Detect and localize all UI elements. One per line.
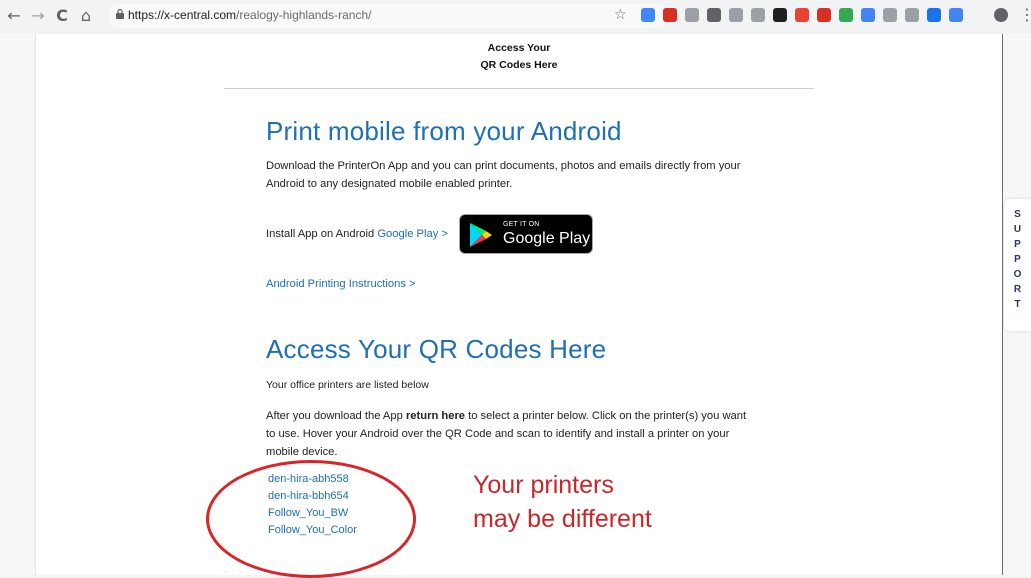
- support-letter: S: [1014, 209, 1021, 220]
- extension-icon[interactable]: [641, 8, 655, 22]
- annotation-line1: Your printers: [473, 471, 614, 499]
- extension-icon[interactable]: [861, 8, 875, 22]
- extension-icon[interactable]: [773, 8, 787, 22]
- extension-icon[interactable]: [883, 8, 897, 22]
- divider: [224, 88, 814, 89]
- extension-icon[interactable]: [707, 8, 721, 22]
- page-viewport: Access Your QR Codes Here Print mobile f…: [0, 34, 1031, 578]
- address-bar[interactable]: https://x-central.com/realogy-highlands-…: [108, 4, 668, 28]
- extension-icon[interactable]: [729, 8, 743, 22]
- extension-icon[interactable]: [663, 8, 677, 22]
- browser-toolbar: ← → C ⌂ https://x-central.com/realogy-hi…: [0, 0, 1031, 34]
- qr-text-before: After you download the App: [266, 410, 406, 422]
- annotation-red-oval: [206, 460, 416, 578]
- extension-icon[interactable]: [685, 8, 699, 22]
- browser-menu-icon[interactable]: ⋮: [1019, 5, 1031, 24]
- support-letter: P: [1014, 239, 1021, 250]
- bookmark-star-icon[interactable]: ☆: [614, 7, 627, 23]
- lock-icon: [116, 9, 124, 19]
- support-letter: P: [1014, 254, 1021, 265]
- annotation-text: Your printers may be different: [473, 469, 652, 537]
- google-play-icon: [470, 223, 492, 247]
- android-printing-instructions-link[interactable]: Android Printing Instructions >: [266, 278, 416, 290]
- extension-icon[interactable]: [949, 8, 963, 22]
- extension-icon[interactable]: [905, 8, 919, 22]
- google-play-link[interactable]: Google Play >: [377, 228, 448, 240]
- home-button[interactable]: ⌂: [76, 6, 96, 26]
- support-tab[interactable]: S U P P O R T: [1004, 199, 1031, 331]
- back-button[interactable]: ←: [4, 6, 24, 26]
- qr-codes-top-link-line1[interactable]: Access Your: [36, 42, 1002, 54]
- android-section-title: Print mobile from your Android: [266, 116, 622, 146]
- annotation-line2: may be different: [473, 504, 652, 533]
- android-description: Download the PrinterOn App and you can p…: [266, 160, 741, 190]
- google-play-badge[interactable]: GET IT ON Google Play: [459, 214, 593, 254]
- page-content: Access Your QR Codes Here Print mobile f…: [35, 34, 1003, 578]
- support-letter: O: [1013, 269, 1022, 280]
- extension-icon[interactable]: [751, 8, 765, 22]
- extension-icon[interactable]: [927, 8, 941, 22]
- support-letter: R: [1013, 284, 1022, 295]
- return-here-bold: return here: [405, 410, 466, 422]
- support-letter: U: [1013, 224, 1022, 235]
- extension-icon[interactable]: [795, 8, 809, 22]
- android-instructions-line: Android Printing Instructions >: [266, 276, 756, 294]
- url-text: https://x-central.com/realogy-highlands-…: [128, 8, 372, 22]
- badge-small-text: GET IT ON: [503, 221, 540, 228]
- extension-icon[interactable]: [839, 8, 853, 22]
- qr-codes-top-link-line2[interactable]: QR Codes Here: [36, 59, 1002, 71]
- reload-button[interactable]: C: [52, 6, 72, 26]
- extension-icon[interactable]: [994, 8, 1008, 22]
- qr-section-title: Access Your QR Codes Here: [266, 334, 607, 364]
- qr-intro-text: Your office printers are listed below: [266, 379, 429, 391]
- support-letter: T: [1014, 299, 1021, 310]
- forward-button[interactable]: →: [28, 6, 48, 26]
- badge-big-text: Google Play: [503, 230, 591, 247]
- extension-icon[interactable]: [817, 8, 831, 22]
- install-app-text: Install App on Android: [266, 228, 378, 240]
- qr-instructions-text: After you download the App return here t…: [266, 408, 756, 462]
